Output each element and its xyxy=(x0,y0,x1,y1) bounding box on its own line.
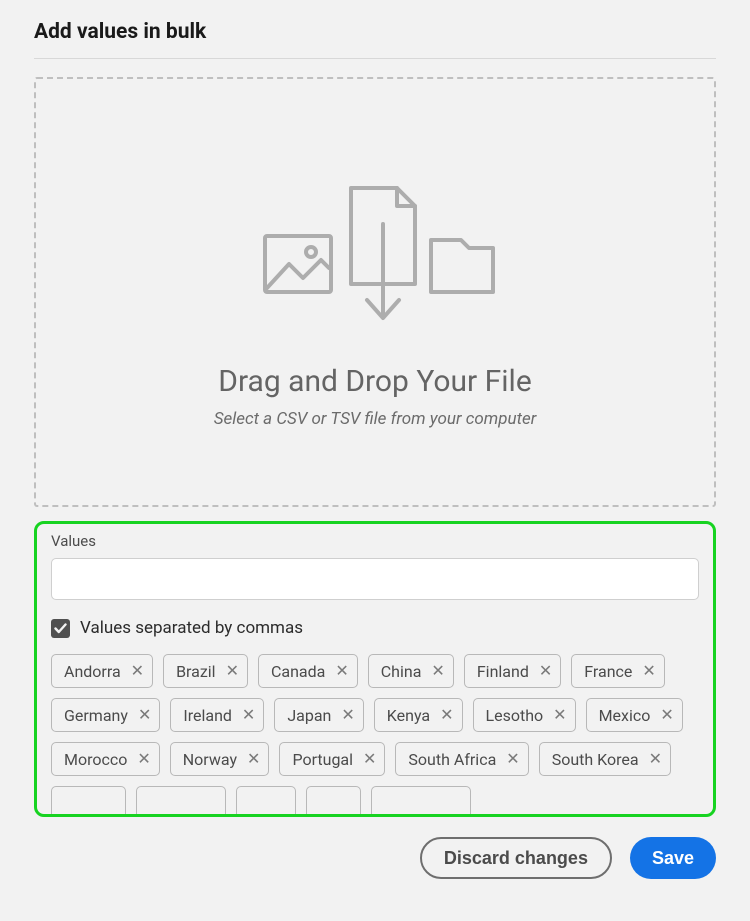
value-tag-label: Mexico xyxy=(599,706,651,725)
value-tag[interactable]: Finland ✕ xyxy=(464,654,561,688)
title-divider xyxy=(34,58,716,59)
value-tag[interactable]: China ✕ xyxy=(368,654,454,688)
dropzone-illustration xyxy=(255,168,495,328)
value-tag[interactable]: Andorra ✕ xyxy=(51,654,153,688)
close-icon[interactable]: ✕ xyxy=(226,663,239,679)
save-button[interactable]: Save xyxy=(630,837,716,879)
value-tag-label: Japan xyxy=(287,706,331,725)
value-tag-label: South Africa xyxy=(408,750,496,769)
footer-actions: Discard changes Save xyxy=(34,837,716,879)
values-tag-list: Andorra✕Brazil✕Canada✕China✕Finland✕Fran… xyxy=(51,654,699,817)
file-dropzone[interactable]: Drag and Drop Your File Select a CSV or … xyxy=(34,77,716,507)
close-icon[interactable]: ✕ xyxy=(506,751,519,767)
value-tag-label: Finland xyxy=(477,662,529,681)
value-tag-label: Andorra xyxy=(64,662,121,681)
discard-changes-button[interactable]: Discard changes xyxy=(420,837,612,879)
value-tag-label: Brazil xyxy=(176,662,216,681)
comma-separated-label: Values separated by commas xyxy=(80,618,303,638)
value-tag-label: Kenya xyxy=(387,706,430,725)
value-tag-label: China xyxy=(381,662,422,681)
value-tag[interactable]: Japan ✕ xyxy=(274,698,363,732)
close-icon[interactable]: ✕ xyxy=(247,751,260,767)
close-icon[interactable]: ✕ xyxy=(363,751,376,767)
close-icon[interactable]: ✕ xyxy=(539,663,552,679)
comma-separated-checkbox[interactable] xyxy=(51,619,70,638)
value-tag[interactable]: Ireland ✕ xyxy=(170,698,264,732)
value-tag[interactable]: South Africa ✕ xyxy=(395,742,528,776)
close-icon[interactable]: ✕ xyxy=(431,663,444,679)
value-tag[interactable]: Mexico ✕ xyxy=(586,698,683,732)
value-tag[interactable]: Kenya ✕ xyxy=(374,698,463,732)
close-icon[interactable]: ✕ xyxy=(341,707,354,723)
close-icon[interactable]: ✕ xyxy=(660,707,673,723)
close-icon[interactable]: ✕ xyxy=(553,707,566,723)
close-icon[interactable]: ✕ xyxy=(440,707,453,723)
value-tag[interactable]: South Korea ✕ xyxy=(539,742,671,776)
value-tag-partial xyxy=(306,786,361,817)
value-tag-label: South Korea xyxy=(552,750,639,769)
value-tag-label: Norway xyxy=(183,750,237,769)
value-tag[interactable]: Brazil ✕ xyxy=(163,654,248,688)
value-tag[interactable]: Canada ✕ xyxy=(258,654,358,688)
modal-title: Add values in bulk xyxy=(34,14,716,58)
value-tag[interactable]: Morocco ✕ xyxy=(51,742,160,776)
value-tag[interactable]: France ✕ xyxy=(571,654,665,688)
value-tag[interactable]: Lesotho ✕ xyxy=(473,698,576,732)
value-tag-label: Ireland xyxy=(183,706,232,725)
close-icon[interactable]: ✕ xyxy=(649,751,662,767)
values-label: Values xyxy=(51,532,699,550)
close-icon[interactable]: ✕ xyxy=(242,707,255,723)
dropzone-heading: Drag and Drop Your File xyxy=(218,364,531,399)
value-tag-label: France xyxy=(584,662,632,681)
close-icon[interactable]: ✕ xyxy=(137,751,150,767)
value-tag-label: Morocco xyxy=(64,750,127,769)
close-icon[interactable]: ✕ xyxy=(642,663,655,679)
value-tag-partial xyxy=(136,786,226,817)
value-tag[interactable]: Germany ✕ xyxy=(51,698,160,732)
dropzone-subtext: Select a CSV or TSV file from your compu… xyxy=(214,409,537,429)
check-icon xyxy=(54,623,67,634)
close-icon[interactable]: ✕ xyxy=(138,707,151,723)
value-tag[interactable]: Portugal ✕ xyxy=(279,742,385,776)
values-input[interactable] xyxy=(51,558,699,600)
value-tag-label: Germany xyxy=(64,706,128,725)
values-section-highlight: Values Values separated by commas Andorr… xyxy=(34,521,716,817)
value-tag[interactable]: Norway ✕ xyxy=(170,742,270,776)
value-tag-label: Lesotho xyxy=(486,706,544,725)
value-tag-partial xyxy=(371,786,471,817)
close-icon[interactable]: ✕ xyxy=(335,663,348,679)
value-tag-label: Portugal xyxy=(292,750,353,769)
close-icon[interactable]: ✕ xyxy=(131,663,144,679)
value-tag-label: Canada xyxy=(271,662,325,681)
value-tag-partial xyxy=(236,786,296,817)
value-tag-partial xyxy=(51,786,126,817)
